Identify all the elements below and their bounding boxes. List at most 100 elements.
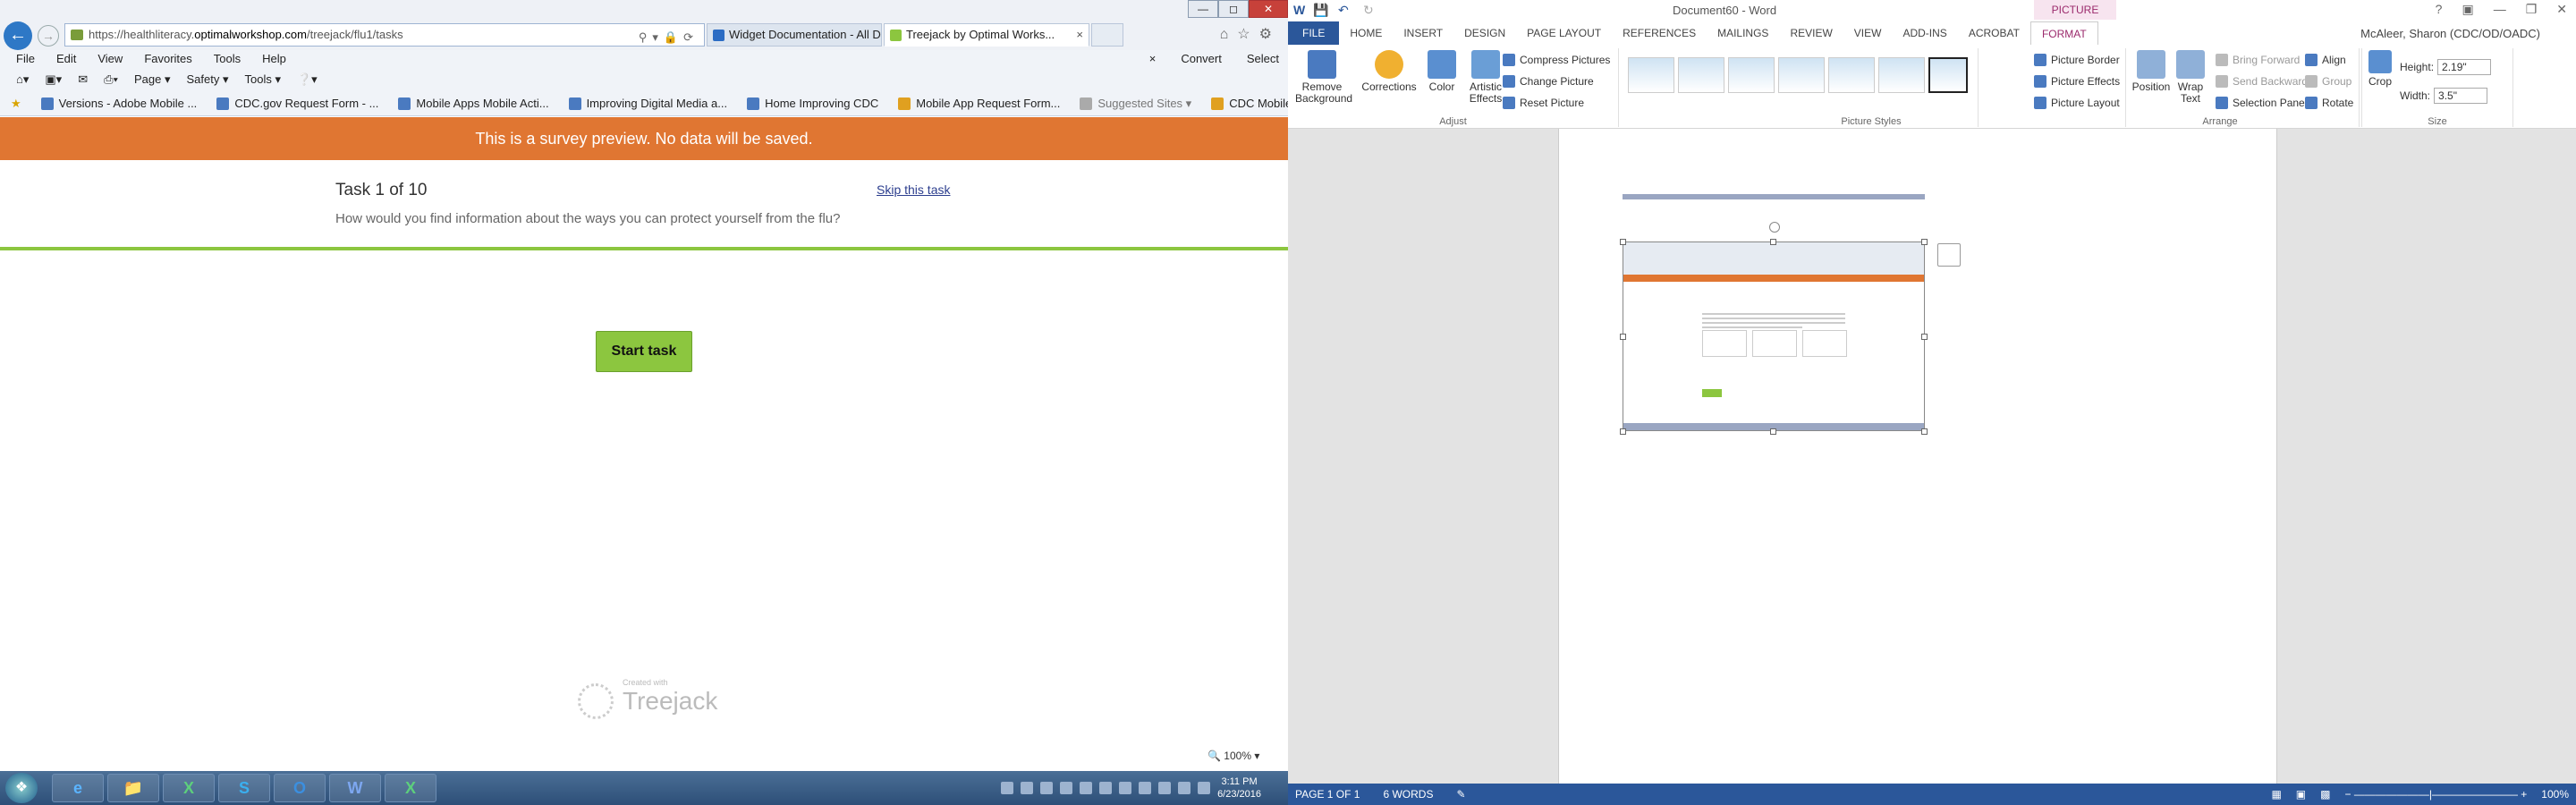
tab-file[interactable]: FILE: [1288, 21, 1340, 45]
align-button[interactable]: Align: [2305, 54, 2346, 66]
tray-icon[interactable]: [1139, 782, 1152, 794]
minimize-button[interactable]: —: [1188, 0, 1218, 18]
selection-pane-button[interactable]: Selection Pane: [2216, 97, 2305, 109]
excel-app-icon[interactable]: X: [385, 774, 436, 802]
crop-button[interactable]: Crop: [2364, 50, 2396, 88]
skip-task-link[interactable]: Skip this task: [877, 182, 950, 197]
tab-format[interactable]: FORMAT: [2029, 21, 2098, 45]
user-name[interactable]: McAleer, Sharon (CDC/OD/OADC): [2360, 27, 2540, 40]
web-layout-icon[interactable]: ▩: [2320, 784, 2330, 805]
menu-file[interactable]: File: [16, 50, 35, 68]
menu-tools[interactable]: Tools: [214, 50, 241, 68]
explorer-app-icon[interactable]: 📁: [107, 774, 159, 802]
resize-handle[interactable]: [1921, 428, 1928, 435]
resize-handle[interactable]: [1620, 428, 1626, 435]
group-button[interactable]: Group: [2305, 75, 2351, 88]
feeds-icon[interactable]: ▣▾: [45, 72, 62, 87]
tray-icon[interactable]: [1021, 782, 1034, 794]
style-thumbnail-selected[interactable]: [1928, 57, 1968, 93]
favorites-star-icon[interactable]: ★: [11, 97, 21, 111]
proofing-icon[interactable]: ✎: [1456, 784, 1465, 805]
favorite-item[interactable]: Suggested Sites ▾: [1080, 97, 1191, 111]
tab-references[interactable]: REFERENCES: [1612, 21, 1707, 45]
menu-help[interactable]: Help: [262, 50, 286, 68]
tray-icon[interactable]: [1060, 782, 1073, 794]
read-mode-icon[interactable]: ▦: [2271, 784, 2281, 805]
tray-icon[interactable]: [1080, 782, 1093, 794]
favorite-item[interactable]: Improving Digital Media a...: [568, 97, 727, 110]
close-x-icon[interactable]: ×: [1149, 50, 1157, 68]
bring-forward-button[interactable]: Bring Forward: [2216, 54, 2300, 66]
menu-favorites[interactable]: Favorites: [144, 50, 191, 68]
layout-options-icon[interactable]: [1937, 243, 1961, 267]
embedded-picture[interactable]: [1623, 174, 1925, 199]
compress-pictures-button[interactable]: Compress Pictures: [1503, 54, 1610, 66]
rotate-button[interactable]: Rotate: [2305, 97, 2353, 109]
artistic-effects-button[interactable]: Artistic Effects: [1463, 50, 1508, 105]
start-task-button[interactable]: Start task: [596, 331, 692, 372]
resize-handle[interactable]: [1620, 239, 1626, 245]
corrections-button[interactable]: Corrections: [1360, 50, 1419, 93]
new-tab-button[interactable]: [1091, 23, 1123, 47]
style-thumbnail[interactable]: [1678, 57, 1724, 93]
safety-menu[interactable]: Safety ▾: [186, 72, 228, 87]
undo-icon[interactable]: ↶: [1338, 3, 1349, 18]
picture-border-button[interactable]: Picture Border: [2034, 54, 2120, 66]
forward-button[interactable]: →: [38, 25, 59, 47]
tab-acrobat[interactable]: ACROBAT: [1958, 21, 2030, 45]
restore-button[interactable]: ❐: [2526, 2, 2538, 17]
tab-design[interactable]: DESIGN: [1453, 21, 1516, 45]
back-button[interactable]: ←: [4, 21, 32, 50]
position-button[interactable]: Position: [2131, 50, 2171, 93]
ie-zoom[interactable]: 🔍 100% ▾: [1208, 750, 1259, 762]
close-button[interactable]: ✕: [2556, 2, 2567, 17]
favorite-item[interactable]: Mobile App Request Form...: [898, 97, 1060, 110]
favorite-item[interactable]: Mobile Apps Mobile Acti...: [398, 97, 549, 110]
tab-widget-doc[interactable]: Widget Documentation - All D...: [707, 23, 882, 47]
tab-insert[interactable]: INSERT: [1393, 21, 1453, 45]
tab-review[interactable]: REVIEW: [1779, 21, 1843, 45]
address-icons[interactable]: ⚲▾🔒⟳: [639, 27, 699, 48]
favorite-item[interactable]: CDC Mobile Applications ...: [1211, 97, 1288, 110]
picture-layout-button[interactable]: Picture Layout: [2034, 97, 2120, 109]
resize-handle[interactable]: [1620, 334, 1626, 340]
page-count[interactable]: PAGE 1 OF 1: [1295, 784, 1360, 805]
document-page[interactable]: [1558, 129, 2277, 784]
word-count[interactable]: 6 WORDS: [1383, 784, 1433, 805]
tab-page-layout[interactable]: PAGE LAYOUT: [1516, 21, 1612, 45]
tab-home[interactable]: HOME: [1339, 21, 1393, 45]
selected-embedded-picture[interactable]: [1623, 242, 1925, 431]
ribbon-display-icon[interactable]: ▣: [2462, 2, 2473, 17]
send-backward-button[interactable]: Send Backward: [2216, 75, 2308, 88]
select-button[interactable]: Select: [1247, 50, 1279, 68]
height-field[interactable]: Height: 2.19": [2400, 59, 2492, 75]
tray-icon[interactable]: [1040, 782, 1054, 794]
favorite-item[interactable]: Home Improving CDC: [747, 97, 878, 110]
picture-effects-button[interactable]: Picture Effects: [2034, 75, 2120, 88]
style-thumbnail[interactable]: [1728, 57, 1775, 93]
home-star-gear-icons[interactable]: ⌂☆⚙: [1220, 25, 1281, 43]
style-thumbnail[interactable]: [1778, 57, 1825, 93]
style-thumbnail[interactable]: [1628, 57, 1674, 93]
favorite-item[interactable]: CDC.gov Request Form - ...: [216, 97, 378, 110]
reset-picture-button[interactable]: Reset Picture: [1503, 97, 1584, 109]
resize-handle[interactable]: [1770, 239, 1776, 245]
tray-icon[interactable]: [1178, 782, 1191, 794]
tab-view[interactable]: VIEW: [1843, 21, 1893, 45]
skype-app-icon[interactable]: S: [218, 774, 270, 802]
word-app-icon[interactable]: W: [329, 774, 381, 802]
address-bar[interactable]: https://healthliteracy.optimalworkshop.c…: [64, 23, 705, 47]
tray-icon[interactable]: [1099, 782, 1113, 794]
tray-icon[interactable]: [1158, 782, 1172, 794]
tools-menu[interactable]: Tools ▾: [244, 72, 281, 87]
close-button[interactable]: ✕: [1249, 0, 1288, 18]
home-icon[interactable]: ⌂▾: [16, 72, 29, 87]
rotate-handle[interactable]: [1769, 222, 1780, 233]
outlook-app-icon[interactable]: O: [274, 774, 326, 802]
tab-mailings[interactable]: MAILINGS: [1707, 21, 1779, 45]
save-icon[interactable]: 💾: [1313, 3, 1328, 18]
clock[interactable]: 3:11 PM 6/23/2016: [1217, 775, 1261, 801]
zoom-level[interactable]: 100%: [2541, 784, 2569, 805]
resize-handle[interactable]: [1921, 334, 1928, 340]
ie-app-icon[interactable]: e: [52, 774, 104, 802]
